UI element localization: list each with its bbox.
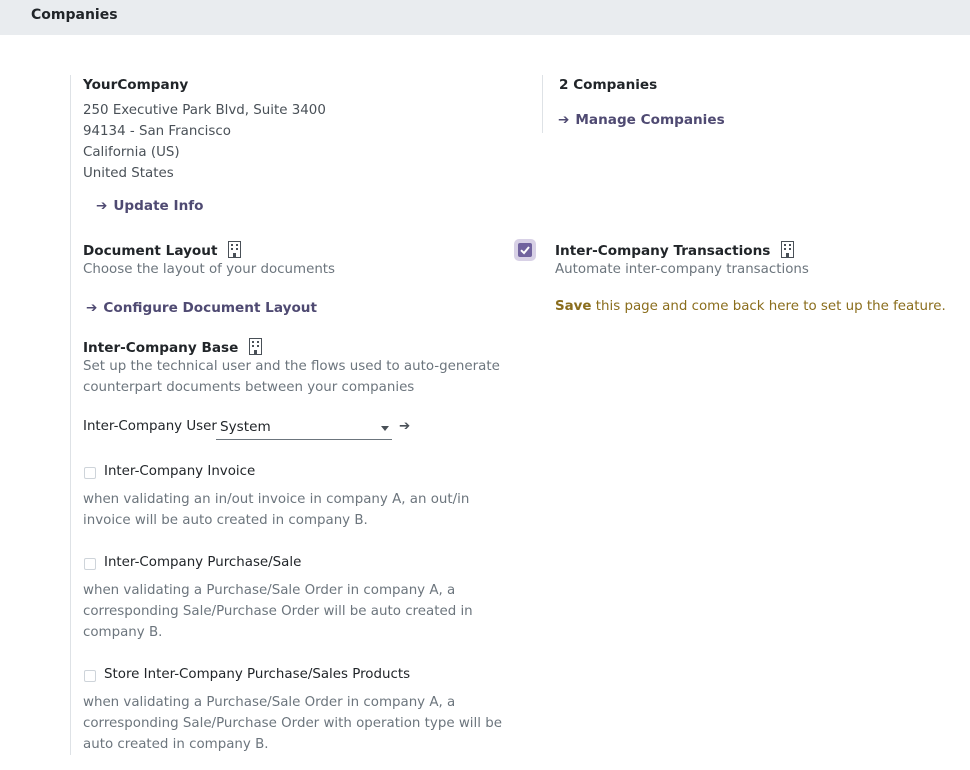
update-info-label: Update Info xyxy=(113,198,204,214)
document-layout-description: Choose the layout of your documents xyxy=(83,262,336,277)
inter-company-purchase-sale-desc-line-2: corresponding Sale/Purchase Order will b… xyxy=(83,604,473,619)
inter-company-purchase-sale-label: Inter-Company Purchase/Sale xyxy=(104,555,302,570)
configure-document-layout-link[interactable]: ➔ Configure Document Layout xyxy=(86,300,317,316)
save-notice: Save this page and come back here to set… xyxy=(555,299,946,314)
inter-company-transactions-title-text: Inter-Company Transactions xyxy=(555,243,771,259)
arrow-right-icon: ➔ xyxy=(86,300,98,316)
document-layout-title-text: Document Layout xyxy=(83,243,218,259)
left-column-border xyxy=(70,75,71,755)
inter-company-user-select[interactable]: System xyxy=(216,417,392,440)
save-word: Save xyxy=(555,299,592,314)
inter-company-transactions-description: Automate inter-company transactions xyxy=(555,262,809,277)
company-name: YourCompany xyxy=(83,77,189,93)
document-layout-title: Document Layout xyxy=(83,241,242,259)
inter-company-base-title: Inter-Company Base xyxy=(83,338,263,356)
open-user-arrow-icon[interactable]: ➔ xyxy=(399,419,410,434)
inter-company-purchase-sale-checkbox[interactable] xyxy=(84,558,96,570)
building-icon xyxy=(228,241,242,258)
inter-company-transactions-title: Inter-Company Transactions xyxy=(555,241,795,259)
inter-company-user-label: Inter-Company User xyxy=(83,419,217,434)
store-inter-company-products-desc-line-1: when validating a Purchase/Sale Order in… xyxy=(83,695,456,710)
inter-company-base-description-line-2: counterpart documents between your compa… xyxy=(83,380,415,395)
building-icon xyxy=(249,338,263,355)
right-column-border xyxy=(542,75,543,133)
store-inter-company-products-checkbox[interactable] xyxy=(84,670,96,682)
section-title: Companies xyxy=(31,7,118,23)
manage-companies-label: Manage Companies xyxy=(575,112,725,128)
arrow-right-icon: ➔ xyxy=(96,198,108,214)
inter-company-invoice-label: Inter-Company Invoice xyxy=(104,464,256,479)
building-icon xyxy=(781,241,795,258)
store-inter-company-products-label: Store Inter-Company Purchase/Sales Produ… xyxy=(104,667,411,682)
inter-company-base-title-text: Inter-Company Base xyxy=(83,340,239,356)
inter-company-invoice-checkbox[interactable] xyxy=(84,467,96,479)
section-header: Companies xyxy=(0,0,970,35)
inter-company-user-value: System xyxy=(220,419,271,435)
inter-company-purchase-sale-desc-line-3: company B. xyxy=(83,625,163,640)
inter-company-base-description-line-1: Set up the technical user and the flows … xyxy=(83,359,500,374)
chevron-down-icon xyxy=(381,426,389,431)
inter-company-invoice-desc-line-2: invoice will be auto created in company … xyxy=(83,513,368,528)
check-icon xyxy=(520,246,530,255)
store-inter-company-products-desc-line-2: corresponding Sale/Purchase Order with o… xyxy=(83,716,502,731)
company-address-line-4: United States xyxy=(83,166,174,181)
configure-document-layout-label: Configure Document Layout xyxy=(103,300,317,316)
update-info-link[interactable]: ➔ Update Info xyxy=(96,198,204,214)
inter-company-invoice-desc-line-1: when validating an in/out invoice in com… xyxy=(83,492,470,507)
manage-companies-link[interactable]: ➔ Manage Companies xyxy=(558,112,725,128)
inter-company-transactions-checkbox[interactable] xyxy=(514,239,536,261)
companies-count: 2 Companies xyxy=(559,77,658,93)
checkbox-box xyxy=(518,243,532,257)
company-address-line-3: California (US) xyxy=(83,145,180,160)
inter-company-purchase-sale-desc-line-1: when validating a Purchase/Sale Order in… xyxy=(83,583,456,598)
company-address-line-1: 250 Executive Park Blvd, Suite 3400 xyxy=(83,103,326,118)
company-address-line-2: 94134 - San Francisco xyxy=(83,124,231,139)
store-inter-company-products-desc-line-3: auto created in company B. xyxy=(83,737,269,752)
arrow-right-icon: ➔ xyxy=(558,112,570,128)
save-notice-text: this page and come back here to set up t… xyxy=(591,299,946,314)
